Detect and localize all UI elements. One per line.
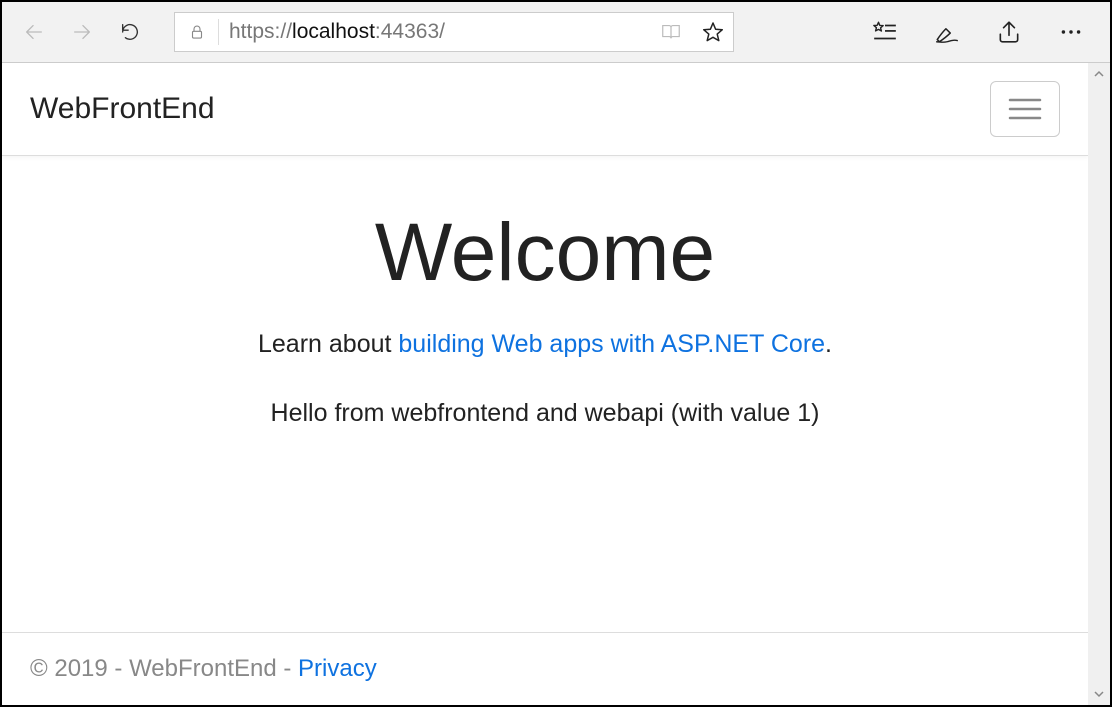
refresh-icon [119, 21, 141, 43]
favorites-list-button[interactable] [854, 8, 916, 56]
pen-icon [934, 19, 960, 45]
site-navbar: WebFrontEnd [2, 63, 1088, 156]
privacy-link[interactable]: Privacy [298, 655, 377, 682]
more-button[interactable] [1040, 8, 1102, 56]
main-content: Welcome Learn about building Web apps wi… [2, 156, 1088, 632]
share-icon [996, 19, 1022, 45]
page-content: WebFrontEnd Welcome Learn about building… [2, 63, 1088, 705]
url-host: localhost [292, 20, 375, 43]
address-bar[interactable]: https://localhost:44363/ [174, 12, 734, 52]
page-area: WebFrontEnd Welcome Learn about building… [2, 63, 1110, 705]
chevron-down-icon [1093, 688, 1105, 700]
back-button[interactable] [10, 8, 58, 56]
toolbar-right [854, 8, 1110, 56]
dots-icon [1058, 19, 1084, 45]
forward-button[interactable] [58, 8, 106, 56]
share-button[interactable] [978, 8, 1040, 56]
vertical-scrollbar[interactable] [1088, 63, 1110, 705]
url-text: https://localhost:44363/ [219, 20, 657, 44]
copyright-text: © 2019 - WebFrontEnd [30, 655, 277, 682]
favorite-button[interactable] [699, 18, 727, 46]
api-message: Hello from webfrontend and webapi (with … [2, 399, 1088, 428]
address-bar-actions [657, 18, 733, 46]
arrow-right-icon [71, 21, 93, 43]
subtitle: Learn about building Web apps with ASP.N… [2, 330, 1088, 359]
footer: © 2019 - WebFrontEnd - Privacy [2, 632, 1088, 705]
refresh-button[interactable] [106, 8, 154, 56]
footer-separator: - [277, 655, 298, 682]
hamburger-icon [1006, 94, 1044, 124]
learn-link[interactable]: building Web apps with ASP.NET Core [398, 330, 825, 358]
nav-buttons [2, 8, 162, 56]
scroll-down-button[interactable] [1088, 683, 1110, 705]
lock-icon [175, 19, 219, 45]
chevron-up-icon [1093, 68, 1105, 80]
page-title: Welcome [2, 206, 1088, 300]
subtitle-suffix: . [825, 330, 832, 358]
scroll-up-button[interactable] [1088, 63, 1110, 85]
notes-button[interactable] [916, 8, 978, 56]
navbar-toggle-button[interactable] [990, 81, 1060, 137]
star-list-icon [872, 19, 898, 45]
url-port-path: :44363/ [375, 20, 445, 43]
book-icon [660, 21, 682, 43]
reading-view-button[interactable] [657, 18, 685, 46]
star-icon [701, 20, 725, 44]
arrow-left-icon [23, 21, 45, 43]
brand-title[interactable]: WebFrontEnd [30, 92, 215, 126]
browser-toolbar: https://localhost:44363/ [2, 2, 1110, 63]
subtitle-prefix: Learn about [258, 330, 398, 358]
url-protocol: https:// [229, 20, 292, 43]
